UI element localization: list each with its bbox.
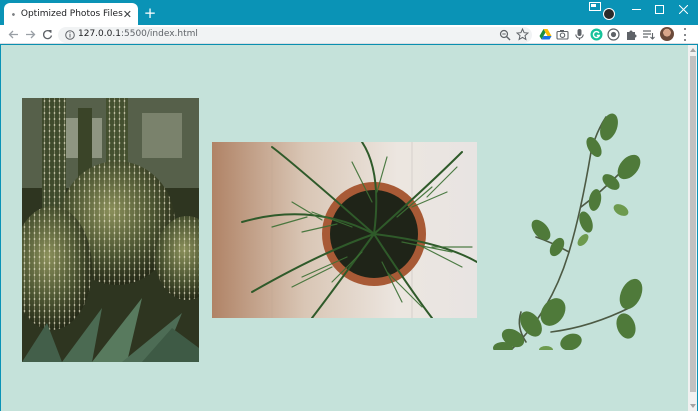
green-branch-photo xyxy=(491,112,651,350)
notification-badge-icon[interactable] xyxy=(603,8,615,20)
arrow-right-icon xyxy=(25,30,35,38)
bookmark-star-icon[interactable] xyxy=(516,28,529,41)
page-viewport xyxy=(0,45,688,411)
globe-icon xyxy=(12,12,15,16)
cast-icon[interactable] xyxy=(589,2,601,12)
forward-button[interactable] xyxy=(23,27,37,41)
scroll-down-arrow-icon[interactable] xyxy=(690,404,696,408)
url-host: 127.0.0.1 xyxy=(78,29,121,39)
tab-close-icon[interactable]: ✕ xyxy=(123,7,132,21)
more-menu-icon[interactable] xyxy=(680,28,690,41)
scroll-up-arrow-icon[interactable] xyxy=(690,48,696,52)
google-drive-icon[interactable] xyxy=(539,28,552,41)
minimize-button[interactable] xyxy=(626,2,646,16)
new-tab-button[interactable]: + xyxy=(143,6,157,21)
address-bar[interactable]: 127.0.0.1:5500/index.html xyxy=(58,27,532,43)
potted-palm-photo xyxy=(212,142,477,318)
extension-circle-icon[interactable] xyxy=(607,28,620,41)
profile-avatar[interactable] xyxy=(660,27,674,41)
grammarly-icon[interactable] xyxy=(590,28,603,41)
url-path: :5500/index.html xyxy=(120,29,198,39)
tab-title: Optimized Photos Files xyxy=(20,9,123,19)
reload-button[interactable] xyxy=(40,27,54,41)
puzzle-extensions-icon[interactable] xyxy=(625,28,638,41)
maximize-button[interactable] xyxy=(649,2,669,16)
back-button[interactable] xyxy=(6,27,20,41)
browser-toolbar: 127.0.0.1:5500/index.html xyxy=(0,25,698,44)
browser-tab[interactable]: Optimized Photos Files ✕ xyxy=(4,3,138,25)
scrollbar-thumb[interactable] xyxy=(690,56,696,392)
page-scrollbar[interactable] xyxy=(688,45,698,411)
info-icon[interactable] xyxy=(65,30,75,40)
browser-titlebar: Optimized Photos Files ✕ + xyxy=(0,0,698,25)
arrow-left-icon xyxy=(8,30,18,38)
microphone-icon[interactable] xyxy=(573,28,586,41)
url-text[interactable]: 127.0.0.1:5500/index.html xyxy=(78,29,198,39)
barrel-cactus-photo xyxy=(22,98,199,362)
reload-icon xyxy=(42,29,52,39)
camera-icon[interactable] xyxy=(556,28,569,41)
reading-list-icon[interactable] xyxy=(642,28,655,41)
close-window-button[interactable] xyxy=(673,2,693,16)
zoom-icon[interactable] xyxy=(499,29,511,41)
